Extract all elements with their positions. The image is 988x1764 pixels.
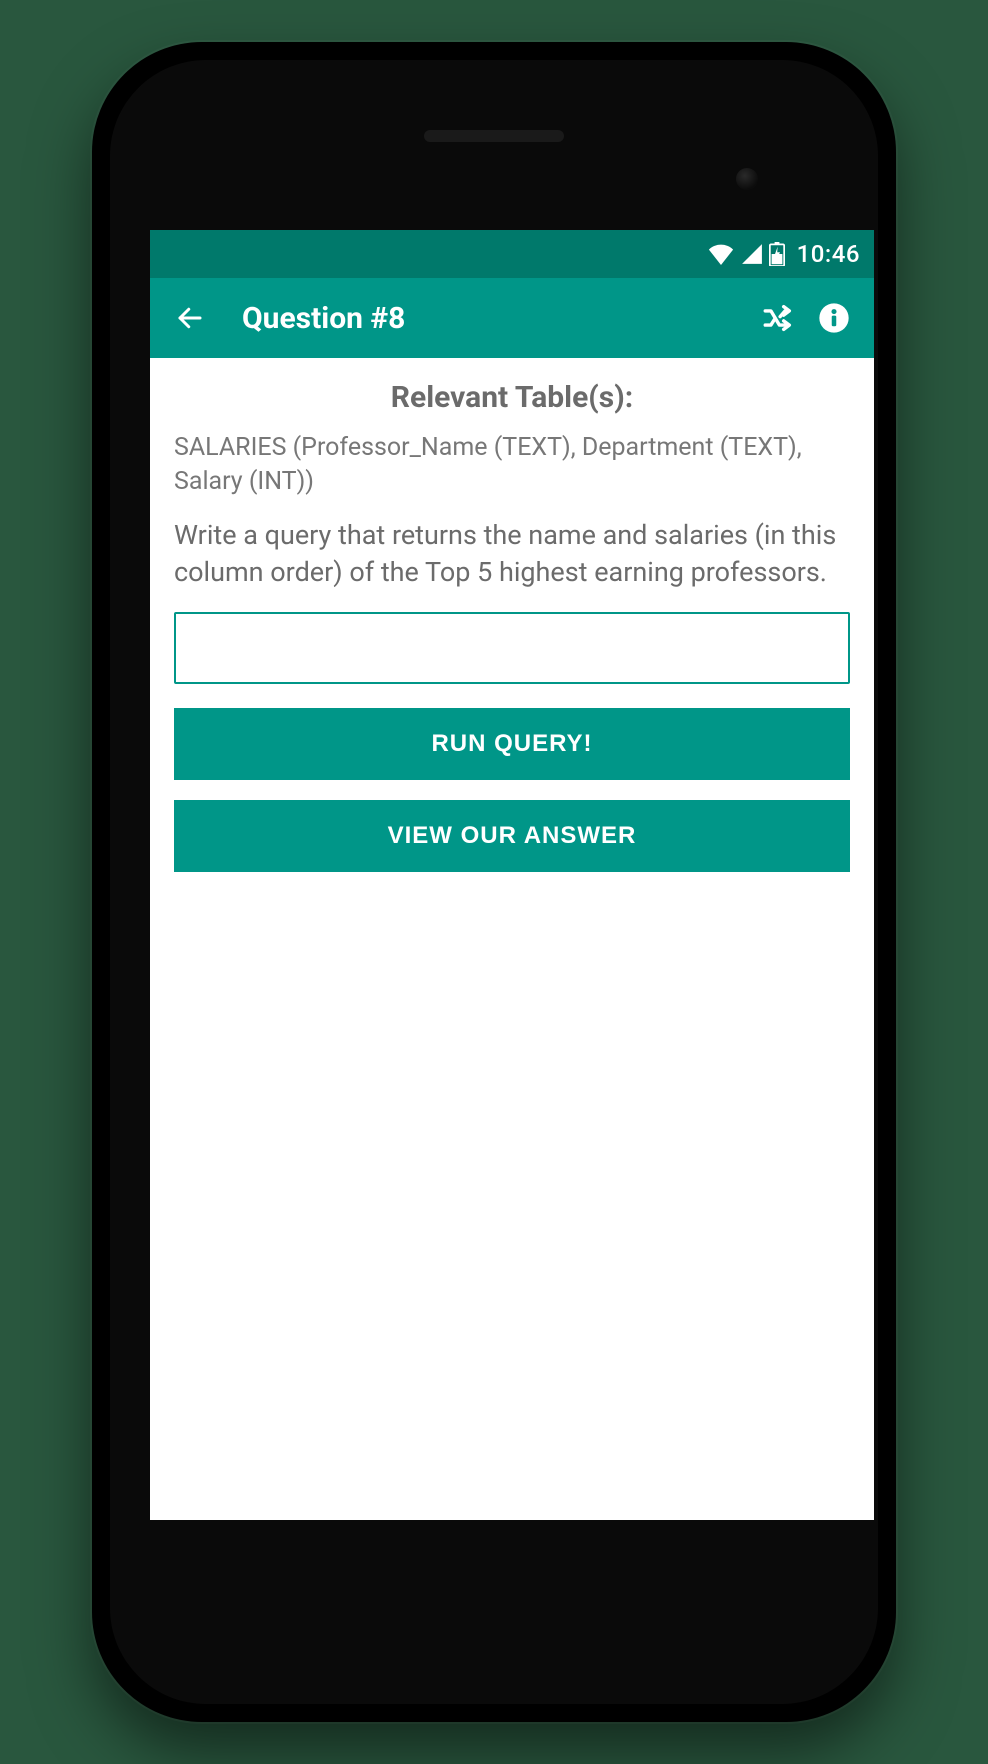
status-time: 10:46 [797, 240, 860, 268]
app-bar: Question #8 [150, 278, 874, 358]
back-button[interactable] [162, 290, 218, 346]
shuffle-button[interactable] [750, 290, 806, 346]
question-prompt: Write a query that returns the name and … [174, 517, 850, 593]
phone-frame: 10:46 Question #8 [92, 42, 896, 1722]
arrow-back-icon [175, 303, 205, 333]
info-icon [818, 302, 850, 334]
view-answer-button[interactable]: VIEW OUR ANSWER [174, 800, 850, 872]
run-query-button[interactable]: RUN QUERY! [174, 708, 850, 780]
wifi-icon [707, 243, 735, 265]
page-title: Question #8 [242, 301, 750, 336]
phone-speaker [424, 130, 564, 142]
relevant-tables-heading: Relevant Table(s): [174, 380, 850, 415]
shuffle-icon [761, 301, 795, 335]
phone-inner: 10:46 Question #8 [110, 60, 878, 1704]
content: Relevant Table(s): SALARIES (Professor_N… [150, 358, 874, 908]
status-bar: 10:46 [150, 230, 874, 278]
query-input[interactable] [174, 612, 850, 684]
battery-charging-icon [769, 242, 785, 266]
info-button[interactable] [806, 290, 862, 346]
table-schema-text: SALARIES (Professor_Name (TEXT), Departm… [174, 431, 850, 499]
phone-camera [736, 168, 758, 190]
cellular-icon [741, 243, 763, 265]
status-icons [707, 242, 785, 266]
screen: 10:46 Question #8 [150, 230, 874, 1520]
